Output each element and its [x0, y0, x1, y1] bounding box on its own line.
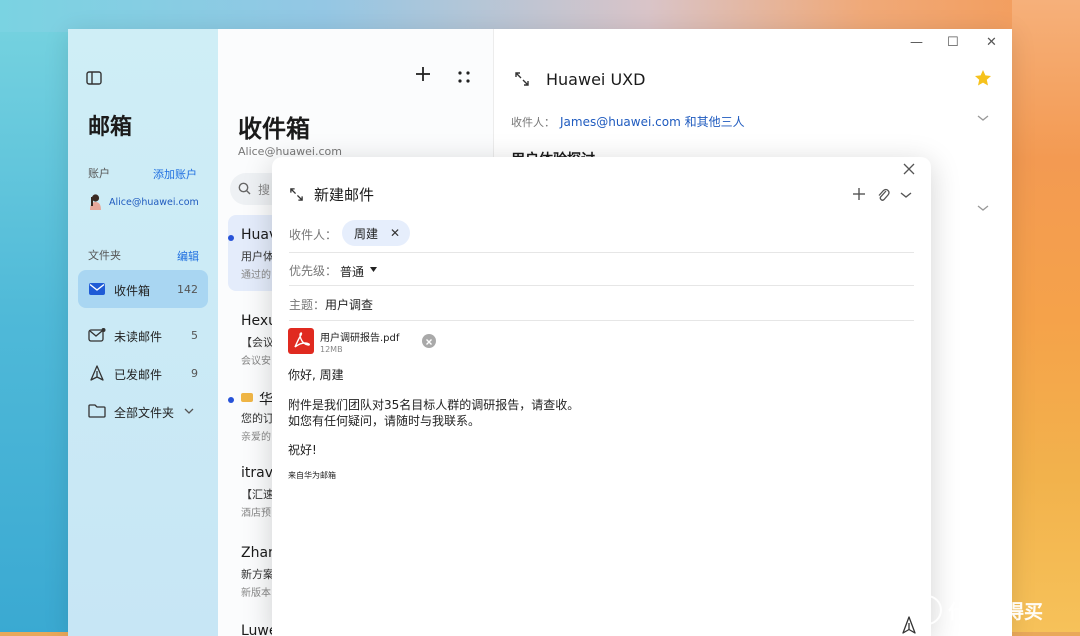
caret-down-icon[interactable] [370, 267, 377, 272]
sidebar-item-all-folders[interactable]: 全部文件夹 [78, 392, 208, 430]
chevron-down-icon[interactable] [899, 190, 913, 200]
tag-icon [241, 393, 253, 402]
body-signature[interactable]: 来自华为邮箱 [288, 470, 336, 481]
list-title: 收件箱 [238, 115, 310, 143]
sidebar-item-label: 已发邮件 [114, 368, 163, 382]
sidebar-item-count: 142 [177, 283, 198, 296]
close-icon[interactable] [903, 163, 915, 175]
account-item[interactable]: Alice@huawei.com [88, 193, 199, 211]
attachment-icon[interactable] [876, 186, 890, 202]
avatar [90, 194, 101, 210]
mail-preview: 亲爱的 [241, 432, 271, 443]
account-email: Alice@huawei.com [109, 196, 199, 208]
to-label: 收件人： [289, 228, 338, 242]
mail-subject: 新方案 [241, 568, 274, 581]
sidebar-item-count: 5 [191, 329, 198, 342]
sidebar-title: 邮箱 [88, 115, 133, 140]
subject-label: 主题： [289, 298, 326, 312]
mail-subject: 【汇速 [241, 488, 274, 501]
sidebar-toggle-icon[interactable] [86, 71, 102, 85]
edit-folders-link[interactable]: 编辑 [177, 248, 199, 264]
sidebar-item-label: 收件箱 [114, 284, 151, 298]
sidebar-item-label: 全部文件夹 [114, 406, 175, 420]
attachment-size: 12MB [320, 345, 343, 354]
wallpaper-top [0, 0, 1080, 32]
mail-preview: 通过的 [241, 270, 271, 281]
remove-recipient-icon[interactable]: ✕ [390, 226, 400, 240]
add-account-link[interactable]: 添加账户 [153, 166, 197, 182]
attachment-name[interactable]: 用户调研报告.pdf [320, 329, 399, 344]
wallpaper-right [1012, 0, 1080, 636]
chevron-down-icon[interactable] [976, 203, 990, 213]
remove-attachment-icon[interactable] [422, 334, 436, 348]
compose-plus-icon[interactable] [414, 65, 432, 83]
maximize-button[interactable]: ☐ [947, 35, 959, 50]
compose-dialog: 新建邮件 收件人： 周建 ✕ 优先级： 普通 主题： 用户调查 用户调研报告.p… [272, 157, 931, 636]
mail-icon [89, 283, 105, 295]
compose-title: 新建邮件 [314, 186, 375, 204]
minimize-button[interactable]: — [910, 35, 923, 50]
chevron-down-icon[interactable] [184, 408, 194, 414]
account-label: 账户 [88, 167, 110, 180]
mail-preview: 新版本 [241, 588, 271, 599]
mail-preview: 会议安 [241, 356, 271, 367]
wallpaper-left [0, 0, 68, 636]
priority-label: 优先级： [289, 264, 338, 278]
sidebar: 邮箱 账户 添加账户 Alice@huawei.com 文件夹 编辑 收件箱 1… [68, 29, 218, 636]
sidebar-item-unread[interactable]: 未读邮件 5 [78, 316, 208, 354]
mail-subject: 您的订 [241, 412, 274, 425]
mail-subject: 用户体 [241, 250, 274, 263]
pdf-icon [288, 328, 314, 354]
reader-recipients[interactable]: James@huawei.com 和其他三人 [560, 113, 745, 130]
mail-preview: 酒店预 [241, 508, 271, 519]
body-closing[interactable]: 祝好! [288, 441, 317, 458]
subject-input[interactable]: 用户调查 [325, 296, 373, 313]
priority-select[interactable]: 普通 [340, 263, 364, 280]
folders-label: 文件夹 [88, 249, 121, 262]
mail-from: 华 [259, 392, 273, 408]
sidebar-item-sent[interactable]: 已发邮件 9 [78, 354, 208, 392]
folder-icon [88, 404, 106, 418]
expand-icon[interactable] [289, 187, 304, 202]
sidebar-item-count: 9 [191, 367, 198, 380]
recipient-name: 周建 [354, 226, 379, 241]
reader-to-label: 收件人： [511, 116, 555, 129]
body-line[interactable]: 如您有任何疑问，请随时与我联系。 [288, 412, 480, 429]
body-line[interactable]: 附件是我们团队对35名目标人群的调研报告，请查收。 [288, 396, 579, 413]
sidebar-item-inbox[interactable]: 收件箱 142 [78, 270, 208, 308]
mail-subject: 【会议 [241, 336, 274, 349]
close-window-button[interactable]: ✕ [986, 35, 997, 50]
add-icon[interactable] [852, 187, 866, 201]
subject-row [289, 286, 914, 321]
watermark: 什么值得买 [912, 592, 1043, 628]
body-greeting[interactable]: 你好, 周建 [288, 366, 344, 383]
unread-dot [228, 235, 234, 241]
expand-icon[interactable] [514, 71, 530, 87]
sidebar-item-label: 未读邮件 [114, 330, 163, 344]
search-icon [238, 182, 251, 195]
watermark-text: 什么值得买 [948, 600, 1044, 623]
sent-icon [90, 365, 104, 381]
more-grid-icon[interactable] [456, 69, 472, 85]
unread-mail-icon [88, 328, 106, 342]
priority-row [289, 253, 914, 286]
watermark-logo [912, 595, 942, 625]
recipient-chip[interactable]: 周建 ✕ [342, 220, 411, 246]
reader-title: Huawei UXD [546, 70, 646, 89]
star-icon[interactable] [974, 69, 992, 87]
search-placeholder: 搜 [258, 183, 271, 197]
chevron-down-icon[interactable] [976, 113, 990, 123]
unread-dot [228, 397, 234, 403]
